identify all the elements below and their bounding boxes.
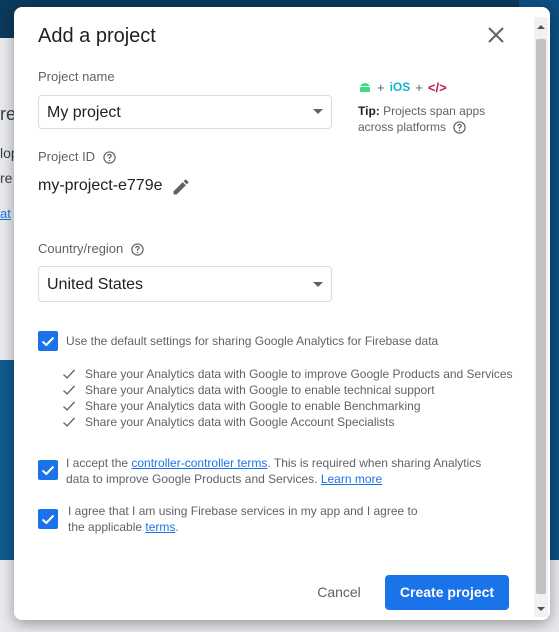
check-icon	[41, 336, 55, 347]
dialog-title: Add a project	[38, 25, 156, 47]
controller-terms-label: I accept the controller-controller terms…	[66, 455, 496, 487]
help-icon[interactable]	[453, 121, 467, 135]
project-id-label: Project ID	[38, 149, 116, 164]
close-icon	[488, 27, 504, 43]
analytics-default-label: Use the default settings for sharing Goo…	[66, 334, 439, 348]
country-label: Country/region	[38, 241, 144, 256]
web-code-icon: </>	[427, 79, 447, 95]
plus-icon: +	[415, 79, 423, 95]
controller-terms-link[interactable]: controller-controller terms	[131, 456, 267, 470]
project-id-value: my-project-e779e	[38, 177, 163, 194]
add-project-dialog: Add a project Project name My project + …	[14, 7, 550, 620]
edit-project-id-button[interactable]	[171, 177, 191, 202]
scrollbar-thumb[interactable]	[536, 39, 546, 594]
pencil-icon	[173, 179, 189, 195]
list-item: Share your Analytics data with Google Ac…	[62, 414, 513, 430]
background-text: re	[0, 170, 13, 186]
firebase-terms-checkbox[interactable]	[38, 509, 58, 529]
scroll-down-icon[interactable]	[537, 605, 545, 613]
terms-text: .	[175, 520, 179, 534]
check-icon	[41, 465, 55, 476]
analytics-default-checkbox[interactable]	[38, 331, 58, 351]
create-project-button[interactable]: Create project	[385, 575, 509, 610]
check-icon	[63, 401, 75, 411]
dropdown-caret-icon	[313, 109, 323, 114]
android-icon	[360, 83, 370, 92]
project-name-value: My project	[47, 104, 121, 121]
terms-text: I accept the	[66, 456, 132, 470]
scrollbar[interactable]	[534, 17, 548, 617]
ios-icon: iOS	[389, 80, 411, 94]
dropdown-caret-icon	[313, 282, 323, 287]
check-icon	[63, 417, 75, 427]
plus-icon: +	[377, 79, 385, 95]
firebase-terms-label: I agree that I am using Firebase service…	[68, 503, 428, 535]
list-item: Share your Analytics data with Google to…	[62, 398, 513, 414]
help-icon[interactable]	[103, 151, 116, 164]
terms-text: I agree that I am using Firebase service…	[68, 504, 418, 534]
learn-more-link[interactable]: Learn more	[321, 472, 382, 486]
close-button[interactable]	[484, 23, 508, 47]
list-item: Share your Analytics data with Google to…	[62, 382, 513, 398]
analytics-share-list: Share your Analytics data with Google to…	[62, 366, 513, 430]
firebase-terms-link[interactable]: terms	[145, 520, 175, 534]
check-icon	[63, 385, 75, 395]
share-item-text: Share your Analytics data with Google to…	[85, 383, 435, 397]
country-select[interactable]: United States	[38, 266, 332, 302]
controller-terms-checkbox[interactable]	[38, 460, 58, 480]
country-value: United States	[47, 276, 144, 293]
tip-text: Tip: Projects span apps across platforms	[358, 103, 498, 135]
platforms-tip: + iOS + </> Tip: Projects span apps acro…	[358, 79, 498, 135]
project-id-label-text: Project ID	[38, 149, 96, 164]
project-name-select[interactable]: My project	[38, 95, 332, 129]
project-name-label: Project name	[38, 69, 115, 84]
share-item-text: Share your Analytics data with Google Ac…	[85, 415, 395, 429]
scroll-up-icon[interactable]	[537, 23, 545, 31]
cancel-button[interactable]: Cancel	[302, 577, 376, 607]
list-item: Share your Analytics data with Google to…	[62, 366, 513, 382]
tip-bold: Tip:	[358, 104, 380, 118]
country-label-text: Country/region	[38, 241, 124, 256]
share-item-text: Share your Analytics data with Google to…	[85, 399, 421, 413]
background-link: at	[0, 206, 11, 221]
check-icon	[63, 369, 75, 379]
check-icon	[41, 514, 55, 525]
share-item-text: Share your Analytics data with Google to…	[85, 367, 513, 381]
help-icon[interactable]	[131, 243, 144, 256]
